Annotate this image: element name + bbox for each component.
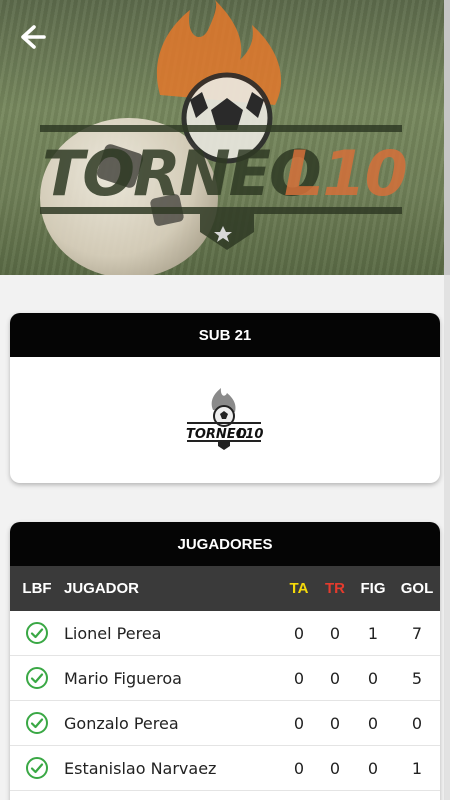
player-gol: 0 [411, 713, 423, 733]
player-ta: 0 [293, 758, 305, 778]
player-fig: 1 [367, 623, 379, 643]
player-ta: 0 [293, 713, 305, 733]
players-table-header: LBF JUGADOR TA TR FIG GOL [10, 566, 440, 611]
scrollbar-thumb[interactable] [444, 0, 450, 275]
col-ta: TA [289, 580, 309, 597]
col-fig: FIG [360, 580, 386, 597]
player-fig: 0 [367, 668, 379, 688]
check-circle-icon [26, 667, 48, 689]
back-arrow-icon[interactable] [14, 20, 48, 54]
col-jugador: JUGADOR [64, 580, 140, 597]
player-tr: 0 [329, 758, 341, 778]
player-tr: 0 [329, 623, 341, 643]
logo-text-l10: L10 [284, 137, 407, 210]
scrollbar[interactable] [444, 0, 450, 800]
player-name: Gonzalo Perea [64, 713, 179, 733]
torneo-l10-small-logo: TORNEO L10 [186, 388, 263, 450]
player-gol: 1 [411, 758, 423, 778]
player-ta: 0 [293, 623, 305, 643]
player-name: Estanislao Narvaez [64, 758, 217, 778]
check-circle-icon [26, 757, 48, 779]
logo-text-torneo: TORNEO [42, 137, 320, 210]
player-gol: 7 [411, 623, 423, 643]
col-tr: TR [325, 580, 345, 597]
player-name: Mario Figueroa [64, 668, 182, 688]
players-title: JUGADORES [10, 522, 440, 566]
player-tr: 0 [329, 668, 341, 688]
player-ta: 0 [293, 668, 305, 688]
players-card: JUGADORES LBF JUGADOR TA TR FIG GOL Lion… [10, 522, 440, 800]
torneo-l10-logo: TORNEO L10 [40, 0, 408, 250]
table-row[interactable]: Mario Figueroa 0 0 0 5 [10, 656, 440, 701]
player-name: Lionel Perea [64, 623, 162, 643]
category-logo-area: TORNEO L10 [10, 357, 440, 483]
check-circle-icon [26, 712, 48, 734]
table-row[interactable]: Estanislao Narvaez 0 0 0 1 [10, 746, 440, 791]
player-gol: 5 [411, 668, 423, 688]
col-lbf: LBF [22, 580, 52, 597]
player-fig: 0 [367, 713, 379, 733]
col-gol: GOL [400, 580, 434, 597]
hero-banner: TORNEO L10 [0, 0, 450, 275]
small-logo-text-l10: L10 [237, 427, 263, 442]
category-title: SUB 21 [10, 313, 440, 357]
table-row[interactable]: Lionel Perea 0 0 1 7 [10, 611, 440, 656]
player-tr: 0 [329, 713, 341, 733]
player-fig: 0 [367, 758, 379, 778]
check-circle-icon [26, 622, 48, 644]
table-row[interactable]: Gonzalo Perea 0 0 0 0 [10, 701, 440, 746]
category-card: SUB 21 TORNEO L10 [10, 313, 440, 483]
